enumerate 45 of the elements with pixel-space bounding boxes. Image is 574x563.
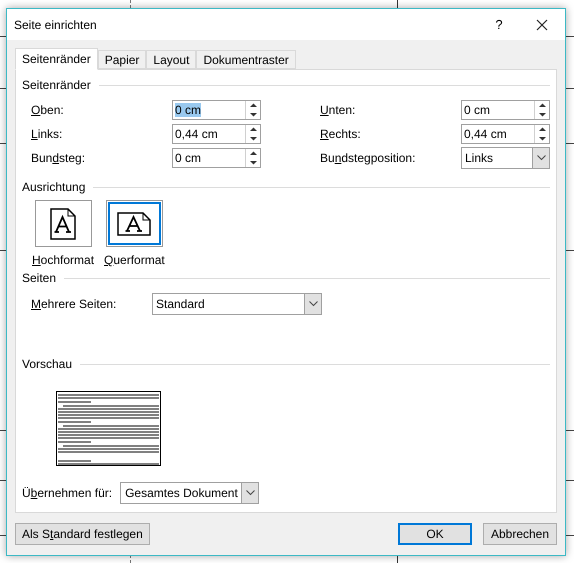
option-label: Hochformat xyxy=(32,252,94,269)
spin-field[interactable]: 0,44 cm xyxy=(172,124,261,144)
spin-field[interactable]: 0 cm xyxy=(172,100,261,120)
section-title: Vorschau xyxy=(22,356,72,373)
field-value: 0 cm xyxy=(464,103,490,117)
dropdown-field[interactable]: Standard xyxy=(152,293,322,315)
dialog-button[interactable]: Abbrechen xyxy=(483,523,557,545)
chevron-down-icon xyxy=(246,490,255,496)
field-label: Unten: xyxy=(320,102,356,119)
dialog-button[interactable]: OK xyxy=(398,523,472,545)
tab[interactable]: Papier xyxy=(98,50,146,69)
dropdown-field[interactable]: Gesamtes Dokument xyxy=(120,482,260,504)
field-label: Links: xyxy=(31,126,62,143)
tab[interactable]: Dokumentraster xyxy=(196,50,296,69)
tab[interactable]: Seitenränder xyxy=(15,48,98,70)
dropdown-value: Standard xyxy=(155,296,206,313)
section-title: Ausrichtung xyxy=(22,179,86,196)
field-value: 0 cm xyxy=(175,151,202,165)
field-label: Übernehmen für: xyxy=(22,485,112,502)
field-label: Oben: xyxy=(31,102,64,119)
window-title: Seite einrichten xyxy=(14,16,98,34)
dropdown-value: Gesamtes Dokument xyxy=(124,485,239,502)
field-label: Mehrere Seiten: xyxy=(31,296,118,313)
option-label: Querformat xyxy=(104,252,165,269)
spin-field[interactable]: 0,44 cm xyxy=(461,124,550,144)
close-icon xyxy=(536,18,548,30)
dialog-button[interactable]: Als Standard festlegen xyxy=(15,523,150,545)
portrait-page-icon xyxy=(50,208,76,240)
field-value: 0,44 cm xyxy=(464,127,507,141)
landscape-page-icon xyxy=(117,212,152,236)
tab[interactable]: Layout xyxy=(146,50,196,69)
field-value: 0 cm xyxy=(175,103,202,117)
section-title: Seitenränder xyxy=(22,77,91,94)
dropdown-value: Links xyxy=(464,150,494,167)
field-label: Rechts: xyxy=(320,126,361,143)
spin-field[interactable]: 0 cm xyxy=(461,100,550,120)
field-label: Bundsteg: xyxy=(31,150,86,167)
dropdown-field[interactable]: Links xyxy=(461,147,550,169)
section-title: Seiten xyxy=(22,270,56,287)
spin-field[interactable]: 0 cm xyxy=(172,148,261,168)
field-label: Bundstegposition: xyxy=(320,150,416,167)
help-button[interactable]: ? xyxy=(479,10,519,40)
field-value: 0,44 cm xyxy=(175,127,218,141)
chevron-down-icon xyxy=(536,155,546,161)
chevron-down-icon xyxy=(308,301,318,307)
